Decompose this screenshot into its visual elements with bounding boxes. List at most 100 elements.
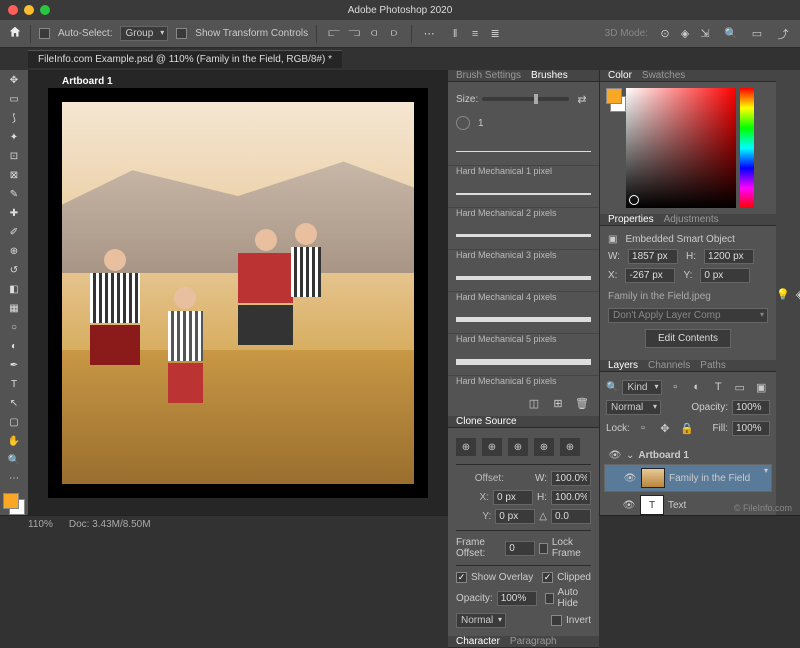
view-icon[interactable]: ◫ <box>525 394 543 412</box>
more-icon[interactable]: ⋯ <box>420 25 438 43</box>
tab-layers[interactable]: Layers <box>608 360 638 371</box>
layer-thumbnail[interactable]: T <box>640 495 664 515</box>
transform-checkbox[interactable] <box>176 28 187 39</box>
clone-source-2[interactable]: ⊕ <box>482 438 502 456</box>
hue-slider[interactable] <box>740 88 754 208</box>
clone-h-input[interactable] <box>551 490 591 505</box>
filter-type-icon[interactable]: T <box>709 378 727 396</box>
brush-item[interactable] <box>448 222 599 250</box>
eraser-tool[interactable]: ◧ <box>3 280 25 298</box>
brush-item[interactable] <box>448 306 599 334</box>
pen-tool[interactable]: ✒ <box>3 356 25 374</box>
artboard-label[interactable]: Artboard 1 <box>62 76 113 87</box>
share-icon[interactable]: ⤴ <box>774 25 792 43</box>
3d-icon[interactable]: ◈ <box>676 25 694 43</box>
tab-adjustments[interactable]: Adjustments <box>664 214 719 225</box>
hand-tool[interactable]: ✋ <box>3 432 25 450</box>
frame-tool[interactable]: ⊠ <box>3 167 25 185</box>
clone-source-3[interactable]: ⊕ <box>508 438 528 456</box>
dodge-tool[interactable]: ◐ <box>3 337 25 355</box>
blend-dropdown[interactable]: Normal <box>606 400 661 415</box>
auto-select-dropdown[interactable]: Group <box>120 26 168 41</box>
distribute-icon[interactable]: ≣ <box>486 25 504 43</box>
clone-source-5[interactable]: ⊕ <box>560 438 580 456</box>
align-icon[interactable]: ⫍ <box>325 25 343 43</box>
tab-brush-settings[interactable]: Brush Settings <box>456 70 521 81</box>
visibility-icon[interactable]: 👁 <box>623 473 637 484</box>
layer-opacity-input[interactable] <box>732 400 770 415</box>
lock-all-icon[interactable]: 🔒 <box>678 419 696 437</box>
minimize-window[interactable] <box>24 5 34 15</box>
clipped-checkbox[interactable] <box>542 572 553 583</box>
doc-info[interactable]: Doc: 3.43M/8.50M <box>69 519 151 530</box>
prop-x-input[interactable] <box>625 268 675 283</box>
eyedropper-tool[interactable]: ✎ <box>3 186 25 204</box>
clone-w-input[interactable] <box>551 471 591 486</box>
auto-select-checkbox[interactable] <box>39 28 50 39</box>
canvas-image[interactable] <box>62 102 414 484</box>
path-tool[interactable]: ↖ <box>3 394 25 412</box>
layer-item[interactable]: 👁 Family in the Field <box>604 464 772 492</box>
edit-toolbar[interactable]: ⋯ <box>3 470 25 488</box>
brush-item[interactable] <box>448 348 599 376</box>
clone-source-4[interactable]: ⊕ <box>534 438 554 456</box>
brush-size-slider[interactable] <box>482 97 569 101</box>
visibility-icon[interactable]: 👁 <box>622 500 636 511</box>
zoom-level[interactable]: 110% <box>28 519 53 530</box>
history-brush-tool[interactable]: ↺ <box>3 262 25 280</box>
clone-y-input[interactable] <box>495 509 535 524</box>
close-window[interactable] <box>8 5 18 15</box>
clone-x-input[interactable] <box>493 490 533 505</box>
clone-opacity-input[interactable] <box>497 591 537 606</box>
brush-tool[interactable]: ✐ <box>3 224 25 242</box>
prop-w-input[interactable] <box>628 249 678 264</box>
tab-character[interactable]: Character <box>456 636 500 647</box>
frameoffset-input[interactable] <box>505 541 535 556</box>
align-icon[interactable]: ⫏ <box>365 25 383 43</box>
lockframe-checkbox[interactable] <box>539 543 548 554</box>
brush-item[interactable] <box>448 264 599 292</box>
gradient-tool[interactable]: ▦ <box>3 299 25 317</box>
document-tab[interactable]: FileInfo.com Example.psd @ 110% (Family … <box>28 50 342 68</box>
edit-contents-button[interactable]: Edit Contents <box>645 329 731 348</box>
prop-y-input[interactable] <box>700 268 750 283</box>
lasso-tool[interactable]: ⟆ <box>3 110 25 128</box>
distribute-icon[interactable]: ≡ <box>466 25 484 43</box>
tab-paths[interactable]: Paths <box>700 360 726 371</box>
crop-tool[interactable]: ⊡ <box>3 148 25 166</box>
wand-tool[interactable]: ✦ <box>3 129 25 147</box>
3d-icon[interactable]: ⊙ <box>656 25 674 43</box>
type-tool[interactable]: T <box>3 375 25 393</box>
layercomp-dropdown[interactable]: Don't Apply Layer Comp <box>608 308 768 323</box>
filter-icon[interactable]: 🔍 <box>606 382 618 393</box>
tab-clone-source[interactable]: Clone Source <box>456 416 517 427</box>
foreground-color[interactable] <box>3 493 19 509</box>
filter-dropdown[interactable]: Kind <box>622 380 662 395</box>
zoom-tool[interactable]: 🔍 <box>3 451 25 469</box>
flip-icon[interactable]: ⇄ <box>573 90 591 108</box>
blur-tool[interactable]: ○ <box>3 318 25 336</box>
prop-h-input[interactable] <box>704 249 754 264</box>
layer-thumbnail[interactable] <box>641 468 665 488</box>
brush-item[interactable] <box>448 138 599 166</box>
lock-position-icon[interactable]: ✥ <box>656 419 674 437</box>
brush-item[interactable] <box>448 180 599 208</box>
distribute-icon[interactable]: ‖ <box>446 25 464 43</box>
home-icon[interactable] <box>8 25 22 42</box>
autohide-checkbox[interactable] <box>545 593 554 604</box>
lock-pixels-icon[interactable]: ▫ <box>634 419 652 437</box>
marquee-tool[interactable]: ▭ <box>3 91 25 109</box>
tab-channels[interactable]: Channels <box>648 360 690 371</box>
tab-swatches[interactable]: Swatches <box>642 70 685 81</box>
brush-preset[interactable] <box>456 116 470 130</box>
tab-properties[interactable]: Properties <box>608 214 654 225</box>
new-icon[interactable]: ⊞ <box>549 394 567 412</box>
color-field[interactable] <box>626 88 736 208</box>
invert-checkbox[interactable] <box>551 615 562 626</box>
clone-blend-dropdown[interactable]: Normal <box>456 613 506 628</box>
fg-swatch[interactable] <box>606 88 622 104</box>
clone-angle-input[interactable] <box>551 509 591 524</box>
move-tool[interactable]: ✥ <box>3 72 25 90</box>
panel-icon[interactable]: ◈ <box>796 286 800 304</box>
trash-icon[interactable]: 🗑 <box>573 394 591 412</box>
